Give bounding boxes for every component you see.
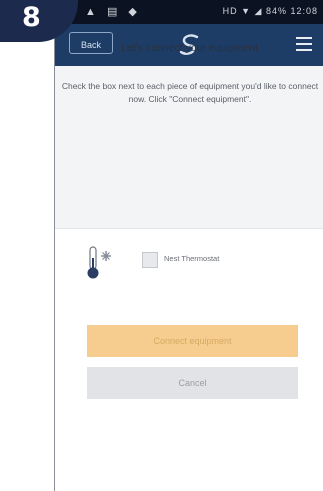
status-indicators: HD ▼ ◢ 84% 12:08 <box>222 6 318 16</box>
connect-equipment-button[interactable]: Connect equipment <box>87 325 298 357</box>
step-number: 8 <box>22 2 41 33</box>
thermostat-icon <box>87 246 111 279</box>
nest-thermostat-checkbox[interactable] <box>142 252 158 268</box>
status-notification-icons: ▲ ▤ ◆ <box>85 6 141 18</box>
instructions-text: Check the box next to each piece of equi… <box>61 81 319 104</box>
equipment-label: Nest Thermostat <box>164 254 220 263</box>
phone-screen: ▲ ▤ ◆ HD ▼ ◢ 84% 12:08 Back Let's connec… <box>54 0 323 491</box>
equipment-row[interactable]: Nest Thermostat <box>55 228 323 297</box>
page-title: Let's connect your equipment <box>121 42 258 54</box>
status-bar: ▲ ▤ ◆ HD ▼ ◢ 84% 12:08 <box>55 0 323 24</box>
cancel-button[interactable]: Cancel <box>87 367 298 399</box>
